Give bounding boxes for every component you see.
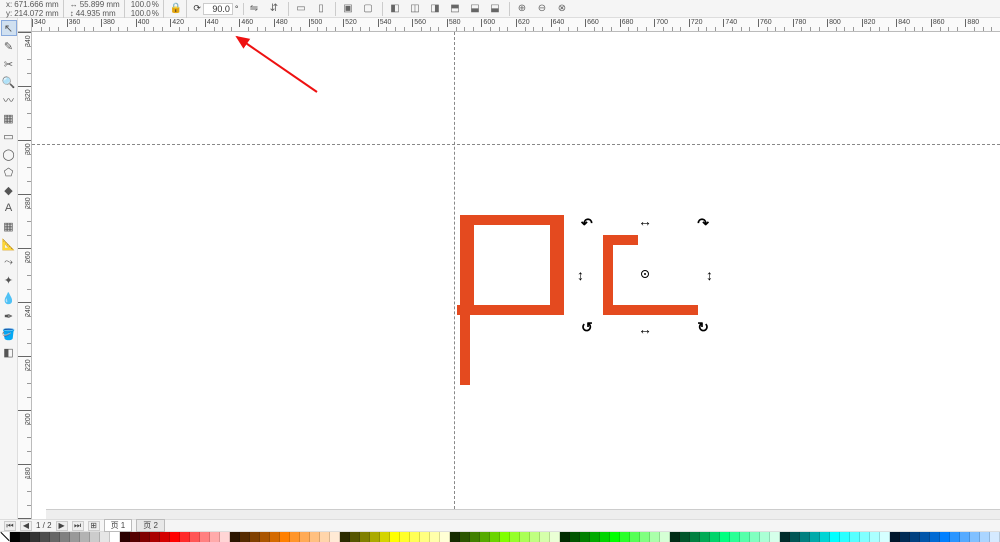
skew-handle-bottom[interactable]: ↔ [638,322,652,336]
selected-object[interactable]: ↶ ↷ ↺ ↻ ↔ ↔ ↕ ↕ [585,220,705,330]
align-right-icon[interactable]: ◨ [427,1,445,17]
basic-shapes-tool[interactable]: ◆ [1,182,17,198]
zoom-tool[interactable]: 🔍 [1,74,17,90]
align-group-1-icon[interactable]: ▭ [293,1,311,17]
horizontal-scrollbar[interactable] [46,509,1000,519]
crop-tool[interactable]: ✂ [1,56,17,72]
align-bottom-icon[interactable]: ⬓ [487,1,505,17]
dimension-tool[interactable]: 📐 [1,236,17,252]
next-page-button[interactable]: ▶ [56,521,68,531]
align-top-icon[interactable]: ⬒ [447,1,465,17]
lock-ratio-icon[interactable]: 🔒 [166,0,187,18]
add-page-button[interactable]: ⊞ [88,521,100,531]
interactive-fill-tool[interactable]: ◧ [1,344,17,360]
prev-page-button[interactable]: ◀ [20,521,32,531]
rotation-input-group[interactable]: ⟳ 90.0 ° [189,3,243,15]
page-tab-2[interactable]: 页 2 [136,519,165,532]
align-center-h-icon[interactable]: ◫ [407,1,425,17]
fill-tool[interactable]: 🪣 [1,326,17,342]
skew-handle-top[interactable]: ↔ [638,214,652,228]
rectangle-tool[interactable]: ▭ [1,128,17,144]
position-readout: x:671.666 mm y:214.072 mm [2,0,64,18]
weld-icon[interactable]: ⊕ [514,1,532,17]
interactive-tool[interactable]: ✦ [1,272,17,288]
table-tool[interactable]: ▦ [1,218,17,234]
rotation-handle-bl[interactable]: ↺ [581,320,593,334]
page-counter: 1 / 2 [36,521,52,530]
align-left-icon[interactable]: ◧ [387,1,405,17]
outline-tool[interactable]: ✒ [1,308,17,324]
text-tool[interactable]: A [1,200,17,216]
polygon-tool[interactable]: ⬠ [1,164,17,180]
freehand-tool[interactable]: 〰 [1,92,17,108]
ellipse-tool[interactable]: ◯ [1,146,17,162]
mirror-horizontal-icon[interactable]: ⇋ [246,1,264,17]
page-navigator: ⏮ ◀ 1 / 2 ▶ ⏭ ⊞ 页 1 页 2 [0,519,1000,531]
annotation-arrow [227,32,327,102]
shape-object-p[interactable] [457,215,567,385]
rotation-handle-tl[interactable]: ↶ [581,216,593,230]
trim-icon[interactable]: ⊖ [534,1,552,17]
rotation-center[interactable] [641,270,649,278]
size-readout: ↔55.899 mm ↕44.935 mm [66,0,125,18]
align-center-v-icon[interactable]: ⬓ [467,1,485,17]
rotation-handle-tr[interactable]: ↷ [697,216,709,230]
ruler-origin[interactable] [18,18,32,32]
property-bar: x:671.666 mm y:214.072 mm ↔55.899 mm ↕44… [0,0,1000,18]
last-page-button[interactable]: ⏭ [72,521,84,531]
pick-tool[interactable]: ↖ [1,20,17,36]
rotate-icon: ⟳ [193,3,201,14]
shape-tool[interactable]: ✎ [1,38,17,54]
canvas-area: 3403603804004204404604805005205405605806… [18,18,1000,519]
eyedropper-tool[interactable]: 💧 [1,290,17,306]
page-tab-1[interactable]: 页 1 [104,519,133,532]
connector-tool[interactable]: ⤳ [1,254,17,270]
rotation-input[interactable]: 90.0 [203,3,233,15]
mirror-vertical-icon[interactable]: ⇵ [266,1,284,17]
rotation-unit: ° [235,4,239,14]
order-back-icon[interactable]: ▢ [360,1,378,17]
order-front-icon[interactable]: ▣ [340,1,358,17]
color-palette[interactable] [0,531,1000,541]
skew-handle-right[interactable]: ↕ [706,268,713,282]
vertical-guideline[interactable] [454,32,455,519]
align-group-2-icon[interactable]: ▯ [313,1,331,17]
vertical-ruler[interactable]: 340320300280260240220200180160 [18,32,32,519]
skew-handle-left[interactable]: ↕ [577,268,584,282]
horizontal-ruler[interactable]: 3403603804004204404604805005205405605806… [32,18,1000,32]
horizontal-guideline[interactable] [32,144,1000,145]
scale-readout[interactable]: 100.0% 100.0% [127,0,164,18]
canvas[interactable]: ↶ ↷ ↺ ↻ ↔ ↔ ↕ ↕ [32,32,1000,519]
rotation-handle-br[interactable]: ↻ [697,320,709,334]
first-page-button[interactable]: ⏮ [4,521,16,531]
intersect-icon[interactable]: ⊗ [554,1,572,17]
smart-fill-tool[interactable]: ▦ [1,110,17,126]
toolbox: ↖ ✎ ✂ 🔍 〰 ▦ ▭ ◯ ⬠ ◆ A ▦ 📐 ⤳ ✦ 💧 ✒ 🪣 ◧ [0,18,18,519]
